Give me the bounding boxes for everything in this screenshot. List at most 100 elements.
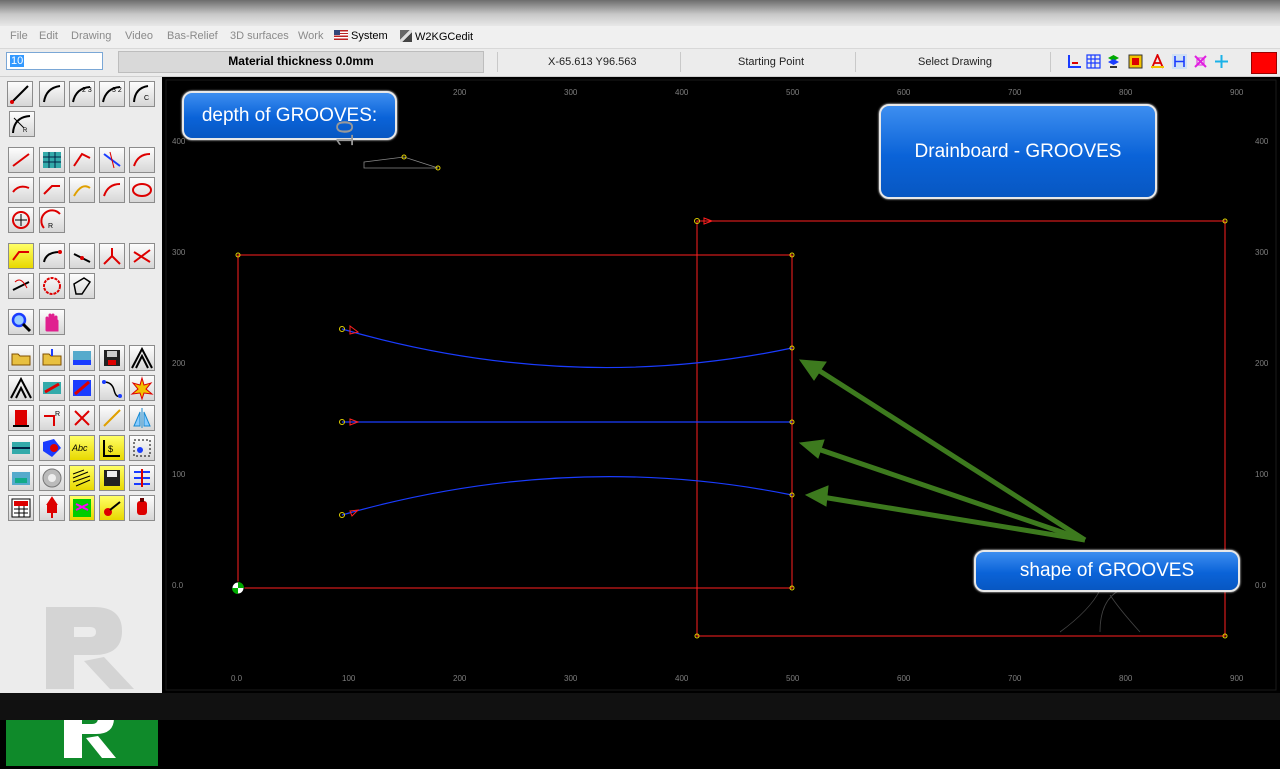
- polyline-button[interactable]: [8, 147, 34, 173]
- preview-button[interactable]: [8, 465, 34, 491]
- menu-system[interactable]: System: [334, 30, 388, 42]
- radius-arc-button[interactable]: R: [9, 111, 35, 137]
- dimension-icon[interactable]: [1172, 54, 1187, 69]
- explode-button[interactable]: [129, 375, 155, 401]
- layers-icon[interactable]: [1106, 54, 1121, 69]
- relief-icon: [43, 382, 61, 394]
- pan-button[interactable]: [39, 309, 65, 335]
- hatch-button[interactable]: [69, 465, 95, 491]
- mirror-x-icon[interactable]: [1193, 54, 1208, 69]
- y-tick-right: 0.0: [1255, 581, 1267, 590]
- color-fill-icon[interactable]: [1128, 54, 1143, 69]
- menu-work[interactable]: Work: [298, 30, 323, 42]
- material-thickness: Material thickness 0.0mm: [118, 51, 484, 73]
- arc-3pt-button[interactable]: 2 3: [69, 81, 95, 107]
- trim-button[interactable]: [69, 147, 95, 173]
- join-button[interactable]: [99, 243, 125, 269]
- join-icon: [103, 248, 121, 265]
- machine-button[interactable]: [8, 405, 34, 431]
- grid-icon[interactable]: [1086, 54, 1101, 69]
- spline-button[interactable]: [69, 177, 95, 203]
- pyramid-button[interactable]: [8, 375, 34, 401]
- top-tick: 500: [786, 88, 800, 97]
- text-button[interactable]: Abc: [69, 435, 95, 461]
- rp-logo-icon: [46, 607, 134, 689]
- toolpath-button[interactable]: [69, 375, 95, 401]
- ellipse-button[interactable]: [129, 177, 155, 203]
- curve-button[interactable]: [129, 147, 155, 173]
- window-title-strip: [0, 0, 1280, 26]
- arc-tool-button[interactable]: [39, 81, 65, 107]
- import-button[interactable]: [39, 345, 65, 371]
- emboss-button[interactable]: [39, 465, 65, 491]
- grooves-button[interactable]: [129, 465, 155, 491]
- menu-3d-surfaces[interactable]: 3D surfaces: [230, 30, 289, 42]
- floppy-icon: [104, 350, 120, 366]
- crosshair-icon[interactable]: [1214, 54, 1229, 69]
- axes-icon[interactable]: [1067, 54, 1082, 69]
- fill-icon: [43, 439, 61, 457]
- stop-spindle-button[interactable]: [129, 495, 155, 521]
- simulate-button[interactable]: [69, 495, 95, 521]
- tangent-button[interactable]: [99, 405, 125, 431]
- menu-w2kgcedit-label: W2KGCedit: [415, 31, 474, 43]
- polygon-button[interactable]: [69, 273, 95, 299]
- corner-button[interactable]: [8, 243, 34, 269]
- image-button[interactable]: [69, 345, 95, 371]
- calculator-button[interactable]: [8, 495, 34, 521]
- svg-text:R: R: [23, 128, 28, 134]
- fill-button[interactable]: [39, 435, 65, 461]
- menu-file[interactable]: File: [10, 30, 28, 42]
- menu-drawing[interactable]: Drawing: [71, 30, 111, 42]
- simulate-icon: [73, 499, 91, 517]
- drill-button[interactable]: [39, 495, 65, 521]
- connect-button[interactable]: [39, 243, 65, 269]
- drawing-canvas[interactable]: depth of GROOVES: Drainboard - GROOVES s…: [162, 77, 1280, 693]
- text-a-icon[interactable]: [1150, 54, 1165, 69]
- stop-button[interactable]: [1251, 52, 1277, 74]
- disk-button[interactable]: [99, 465, 125, 491]
- y-tick: 100: [172, 470, 186, 479]
- menu-video[interactable]: Video: [125, 30, 153, 42]
- circle-radius-button[interactable]: R: [39, 207, 65, 233]
- extend-button[interactable]: [99, 147, 125, 173]
- lead-in-button[interactable]: R: [39, 405, 65, 431]
- arc-3pt-icon: 2 3: [72, 86, 92, 103]
- split-button[interactable]: [69, 243, 95, 269]
- circle-button[interactable]: [39, 273, 65, 299]
- run-button[interactable]: [99, 495, 125, 521]
- node-edit-button[interactable]: [99, 375, 125, 401]
- menu-bas-relief[interactable]: Bas-Relief: [167, 30, 218, 42]
- vcarve-button[interactable]: [129, 345, 155, 371]
- menu-edit[interactable]: Edit: [39, 30, 58, 42]
- relief-button[interactable]: [39, 375, 65, 401]
- dimension-button[interactable]: $: [99, 435, 125, 461]
- menu-w2kgcedit[interactable]: W2KGCedit: [400, 30, 473, 43]
- value-input[interactable]: 10: [6, 52, 103, 70]
- tool-palette: 2 3 3 2 C R R R Abc $: [0, 77, 163, 766]
- rotate-button[interactable]: [8, 273, 34, 299]
- offset-button[interactable]: [99, 177, 125, 203]
- chamfer-button[interactable]: [39, 177, 65, 203]
- select-window-button[interactable]: [129, 435, 155, 461]
- line-tool-button[interactable]: [7, 81, 33, 107]
- open-folder-button[interactable]: [8, 345, 34, 371]
- groove-bottom[interactable]: [341, 475, 793, 516]
- rotate-icon: [12, 279, 30, 291]
- table-icon: [43, 152, 61, 168]
- save-button[interactable]: [99, 345, 125, 371]
- groove-top[interactable]: [341, 328, 793, 369]
- mirror-button[interactable]: [129, 405, 155, 431]
- arc-center-icon: C: [133, 85, 149, 103]
- intersect-button[interactable]: [129, 243, 155, 269]
- layer-button[interactable]: [8, 435, 34, 461]
- x-tick: 800: [1119, 674, 1133, 683]
- table-button[interactable]: [39, 147, 65, 173]
- vcarve-icon: [131, 346, 153, 369]
- arc-2pt-button[interactable]: 3 2: [99, 81, 125, 107]
- fillet-button[interactable]: [8, 177, 34, 203]
- cut-button[interactable]: [69, 405, 95, 431]
- arc-center-button[interactable]: C: [129, 81, 155, 107]
- circle-center-button[interactable]: [8, 207, 34, 233]
- zoom-button[interactable]: [8, 309, 34, 335]
